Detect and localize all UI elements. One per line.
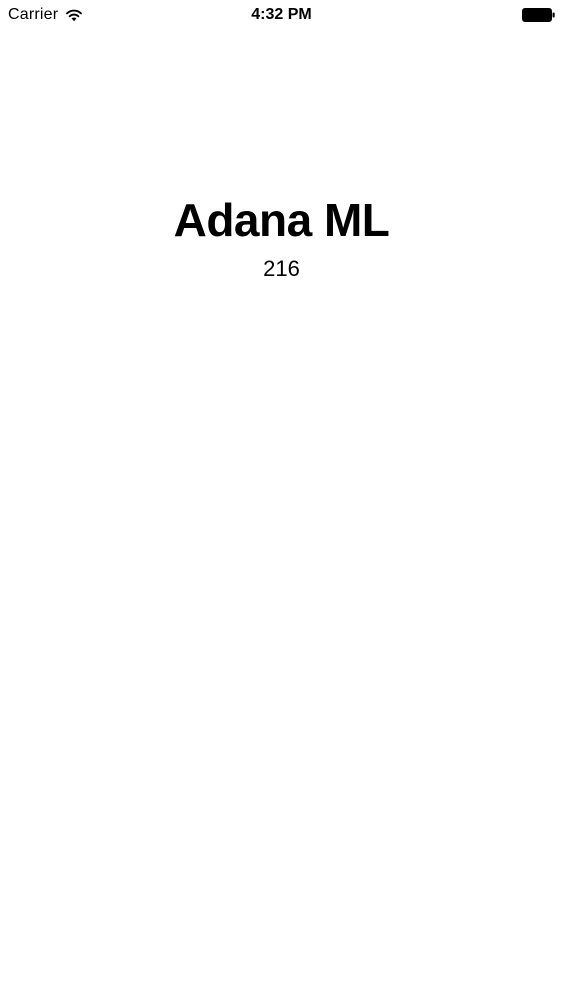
- main-content: Adana ML 216: [0, 190, 563, 284]
- status-bar: Carrier 4:32 PM: [0, 0, 563, 30]
- battery-icon: [522, 8, 555, 22]
- app-screen: Carrier 4:32 PM Adana ML 216: [0, 0, 563, 1000]
- status-time: 4:32 PM: [251, 6, 312, 23]
- page-title: Adana ML: [173, 194, 390, 246]
- value-label: 216: [263, 256, 300, 281]
